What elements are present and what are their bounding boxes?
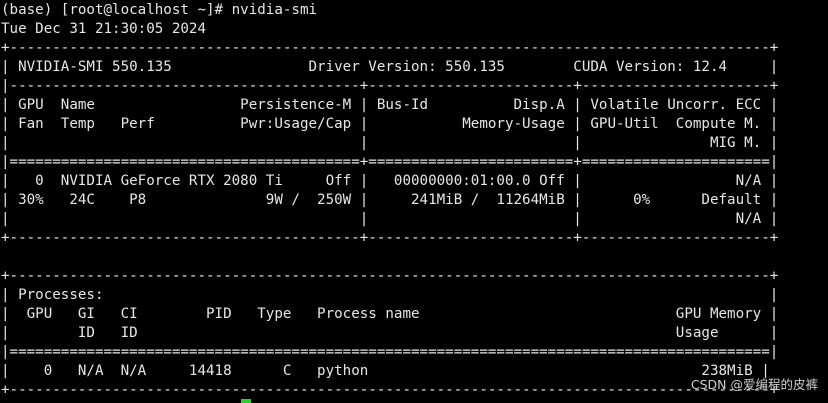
processes-header-row-2: | ID ID Usage | [1, 325, 779, 341]
version-row: | NVIDIA-SMI 550.135 Driver Version: 550… [1, 59, 779, 75]
terminal-cursor [241, 399, 251, 403]
processes-title: | Processes: | [1, 287, 779, 303]
terminal-window[interactable]: (base) [root@localhost ~]# nvidia-smi Tu… [0, 0, 828, 403]
prompt-line: (base) [root@localhost ~]# nvidia-smi [1, 2, 318, 18]
gpu-row-1: | 0 NVIDIA GeForce RTX 2080 Ti Off | 000… [1, 173, 779, 189]
csdn-watermark: CSDN @爱编程的皮裤 [690, 377, 818, 392]
processes-header-row-1: | GPU GI CI PID Type Process name GPU Me… [1, 306, 779, 322]
gpu-header-row-3: | | | MIG M. | [1, 135, 779, 151]
gpu-row-2: | 30% 24C P8 9W / 250W | 241MiB / 11264M… [1, 192, 779, 208]
header-separator: |---------------------------------------… [1, 78, 779, 94]
gpu-table-bottom-border: +---------------------------------------… [1, 230, 779, 246]
timestamp-line: Tue Dec 31 21:30:05 2024 [1, 21, 206, 37]
table-top-border: +---------------------------------------… [1, 40, 779, 56]
gpu-header-row-2: | Fan Temp Perf Pwr:Usage/Cap | Memory-U… [1, 116, 779, 132]
gpu-header-double-separator: |=======================================… [1, 154, 779, 170]
gpu-header-row-1: | GPU Name Persistence-M | Bus-Id Disp.A… [1, 97, 779, 113]
processes-top-border: +---------------------------------------… [1, 268, 779, 284]
gpu-row-3: | | | N/A | [1, 211, 779, 227]
processes-double-separator: |=======================================… [1, 344, 779, 360]
